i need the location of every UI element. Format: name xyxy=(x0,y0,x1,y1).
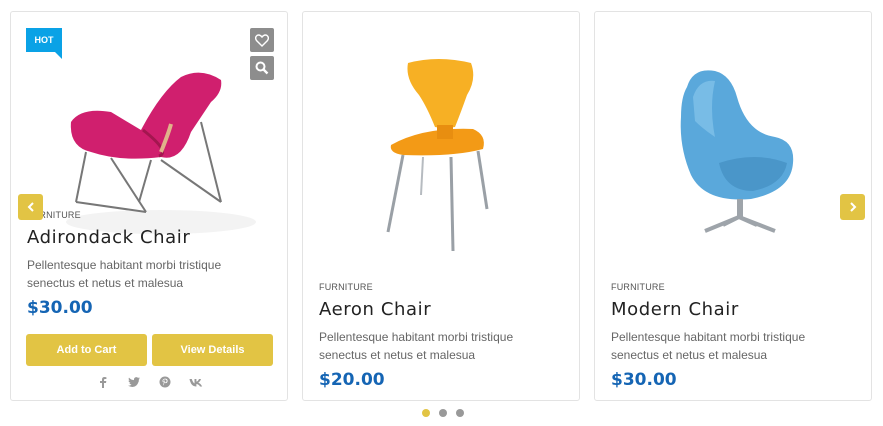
product-card-adirondack[interactable]: HOT FURNITURE Adirondack Chair Pellentes… xyxy=(10,11,288,401)
product-title[interactable]: Aeron Chair xyxy=(319,299,431,320)
blue-egg-chair-image xyxy=(680,70,794,233)
product-price: $30.00 xyxy=(611,370,677,390)
pinterest-icon[interactable] xyxy=(158,375,172,389)
social-share xyxy=(11,375,287,389)
product-description: Pellentesque habitant morbi tristique se… xyxy=(611,330,806,362)
product-title[interactable]: Adirondack Chair xyxy=(27,227,190,248)
product-price: $20.00 xyxy=(319,370,385,390)
heart-icon xyxy=(255,33,269,47)
product-description: Pellentesque habitant morbi tristique se… xyxy=(319,330,514,362)
quickview-button[interactable] xyxy=(250,56,274,80)
product-description: Pellentesque habitant morbi tristique se… xyxy=(27,258,222,290)
product-card-modern[interactable]: FURNITURE Modern Chair Pellentesque habi… xyxy=(594,11,872,401)
carousel-dot-1[interactable] xyxy=(422,409,430,417)
yellow-chair-image xyxy=(386,59,489,252)
vk-icon[interactable] xyxy=(189,375,203,389)
product-category[interactable]: FURNITURE xyxy=(611,282,665,292)
carousel-dot-3[interactable] xyxy=(456,409,464,417)
view-details-button[interactable]: View Details xyxy=(152,334,273,366)
product-category[interactable]: FURNITURE xyxy=(319,282,373,292)
hot-badge: HOT xyxy=(26,28,62,59)
chevron-left-icon xyxy=(27,202,34,212)
search-icon xyxy=(255,61,269,75)
product-price: $30.00 xyxy=(27,298,93,318)
carousel-pagination xyxy=(422,409,464,417)
product-image[interactable] xyxy=(595,12,871,262)
carousel-next-button[interactable] xyxy=(840,194,865,220)
add-to-cart-button[interactable]: Add to Cart xyxy=(26,334,147,366)
twitter-icon[interactable] xyxy=(127,375,141,389)
product-title[interactable]: Modern Chair xyxy=(611,299,739,320)
carousel-dot-2[interactable] xyxy=(439,409,447,417)
carousel-prev-button[interactable] xyxy=(18,194,43,220)
pink-chair-image xyxy=(66,72,256,234)
product-image[interactable] xyxy=(303,12,579,262)
wishlist-button[interactable] xyxy=(250,28,274,52)
facebook-icon[interactable] xyxy=(96,375,110,389)
chevron-right-icon xyxy=(849,202,856,212)
product-card-aeron[interactable]: FURNITURE Aeron Chair Pellentesque habit… xyxy=(302,11,580,401)
